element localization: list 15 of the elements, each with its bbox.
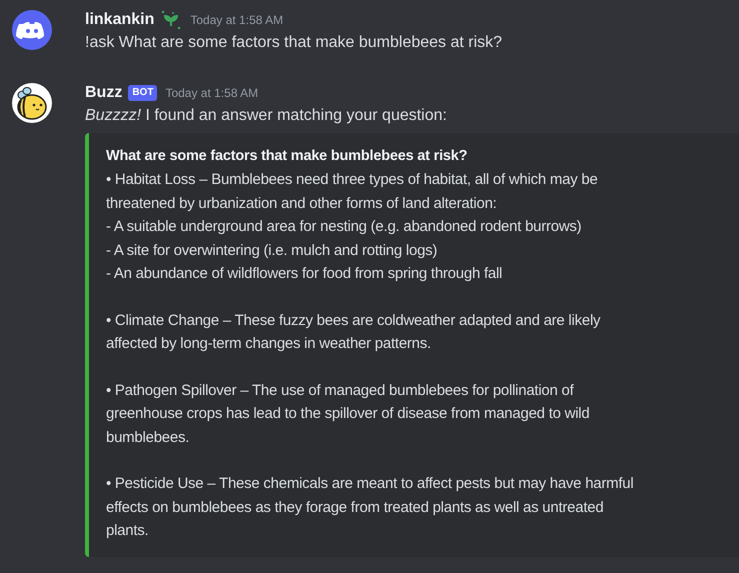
embed-title: What are some factors that make bumblebees at risk? [106,147,468,166]
bee-avatar-icon[interactable] [12,83,52,123]
timestamp: Today at 1:58 AM [165,86,258,100]
timestamp: Today at 1:58 AM [190,12,284,26]
bot-tag: BOT [128,84,158,100]
username[interactable]: Buzz [85,84,122,102]
avatar-icon[interactable] [12,10,52,50]
embed-paragraph: • Climate Change – These fuzzy bees are coldweather adapted and are likely affected by long-term changes in weather patterns. [106,310,602,354]
embed-paragraph: • Habitat Loss – Bumblebees need three types of habitat, all of which may be threatened by urbanization and other forms of land alteration: - A suitable underground area for nesting (e.g. abandoned rodent burrows) - A site for overwintering (i.e. mulch and rotting logs) - An abundance of wildflowers for food from spring through fall [106,170,599,284]
embed-paragraph: • Pathogen Spillover – The use of managed bumblebees for pollination of greenhouse crops has lead to the spillover of disease from managed to wild bumblebees. [106,380,590,448]
message-text: !ask What are some factors that make bumblebees at risk? [85,33,504,53]
username[interactable]: linkankin [85,10,154,28]
embed-paragraph: • Pesticide Use – These chemicals are meant to affect pests but may have harmful effects on bumblebees as they forage from treated plants as well as untreated plants. [106,474,634,541]
message-text: Buzzzz! I found an answer matching your question: [85,106,448,126]
sprout-icon [160,10,182,30]
